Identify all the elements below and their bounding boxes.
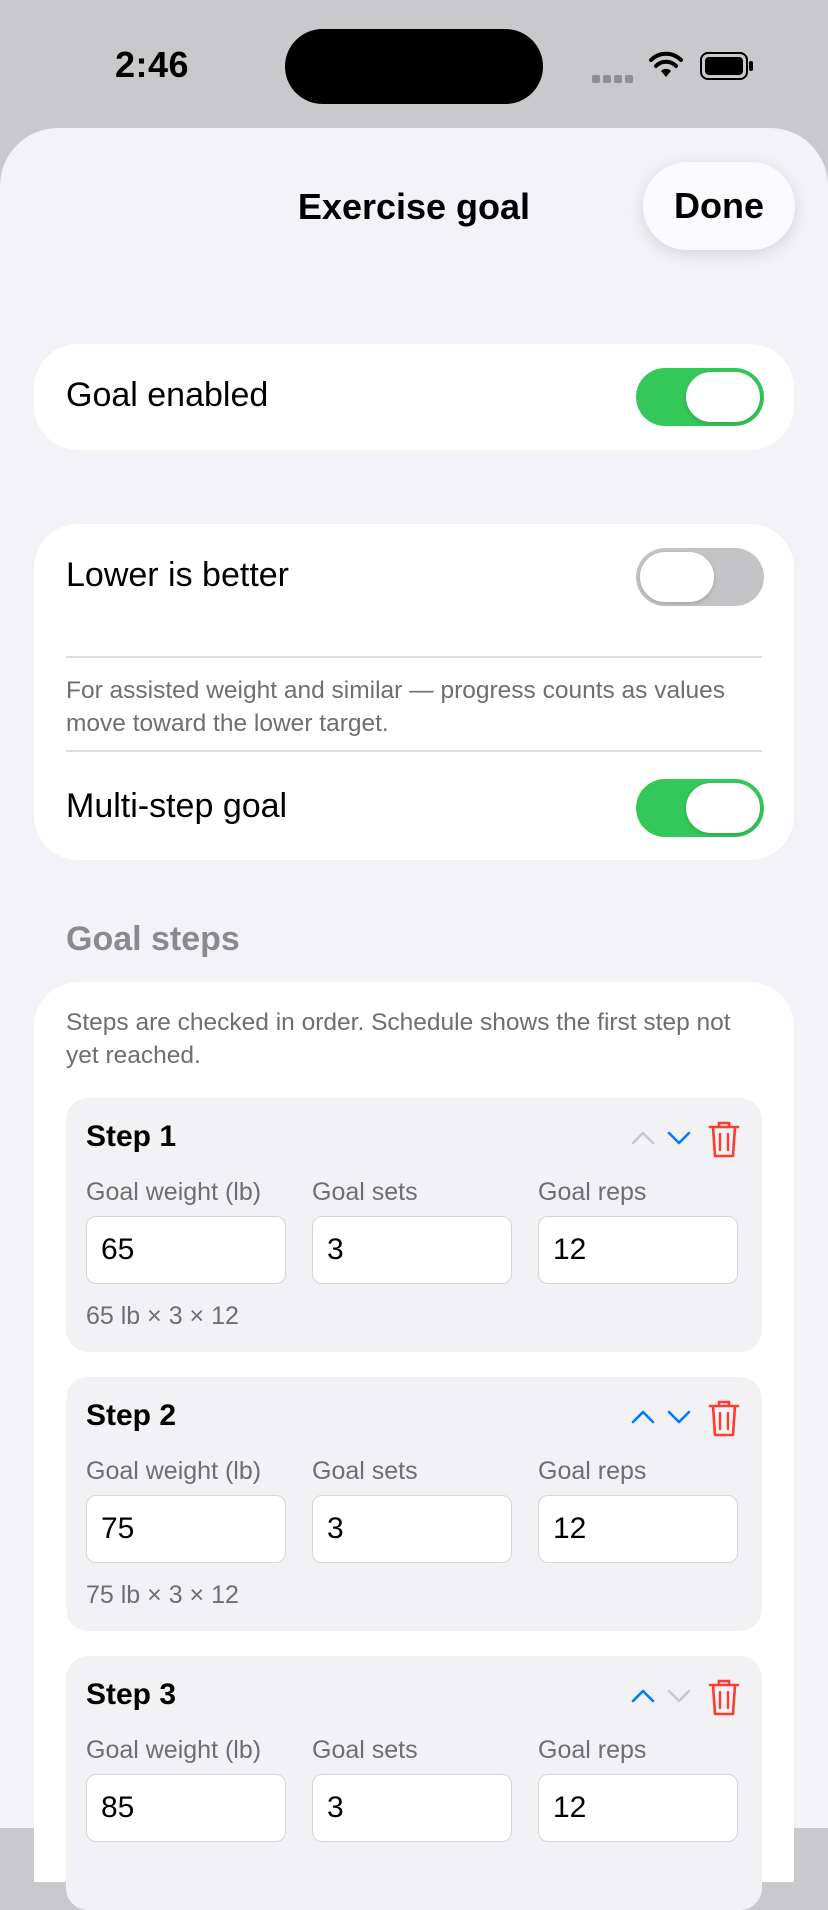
wifi-icon bbox=[649, 51, 683, 77]
cellular-signal-icon bbox=[592, 70, 636, 88]
step-card: Step 1 Goal weight (lb) Goal sets Goal r… bbox=[66, 1098, 762, 1352]
goal-sets-input[interactable]: 3 bbox=[312, 1495, 512, 1563]
goal-reps-label: Goal reps bbox=[538, 1457, 647, 1485]
goal-sets-label: Goal sets bbox=[312, 1736, 418, 1764]
divider bbox=[66, 750, 762, 752]
goal-steps-description: Steps are checked in order. Schedule sho… bbox=[66, 1009, 731, 1069]
goal-sets-label: Goal sets bbox=[312, 1178, 418, 1206]
status-bar: 2:46 bbox=[0, 0, 828, 130]
goal-reps-label: Goal reps bbox=[538, 1736, 647, 1764]
move-up-chevron-icon[interactable] bbox=[630, 1686, 656, 1706]
step-summary: 65 lb × 3 × 12 bbox=[86, 1302, 239, 1330]
goal-weight-input[interactable]: 65 bbox=[86, 1216, 286, 1284]
goal-enabled-label: Goal enabled bbox=[66, 376, 269, 414]
move-down-chevron-icon[interactable] bbox=[666, 1407, 692, 1427]
dynamic-island bbox=[285, 29, 543, 104]
step-title: Step 3 bbox=[86, 1678, 177, 1711]
goal-weight-label: Goal weight (lb) bbox=[86, 1457, 262, 1485]
toggle-knob bbox=[686, 372, 760, 422]
step-card: Step 3 Goal weight (lb) Goal sets Goal r… bbox=[66, 1656, 762, 1910]
move-up-chevron-icon[interactable] bbox=[630, 1128, 656, 1148]
divider bbox=[66, 656, 762, 658]
goal-sets-input[interactable]: 3 bbox=[312, 1774, 512, 1842]
step-summary: 75 lb × 3 × 12 bbox=[86, 1581, 239, 1609]
lower-is-better-toggle[interactable] bbox=[636, 548, 764, 606]
exercise-goal-sheet: Exercise goal Done Goal enabled Lower is… bbox=[0, 128, 828, 1910]
step-card: Step 2 Goal weight (lb) Goal sets Goal r… bbox=[66, 1377, 762, 1631]
step-title: Step 1 bbox=[86, 1120, 177, 1153]
trash-icon[interactable] bbox=[706, 1676, 742, 1718]
multi-step-toggle[interactable] bbox=[636, 779, 764, 837]
step-title: Step 2 bbox=[86, 1399, 177, 1432]
trash-icon[interactable] bbox=[706, 1118, 742, 1160]
goal-weight-input[interactable]: 85 bbox=[86, 1774, 286, 1842]
move-up-chevron-icon[interactable] bbox=[630, 1407, 656, 1427]
lower-is-better-label: Lower is better bbox=[66, 556, 289, 594]
status-time: 2:46 bbox=[115, 44, 190, 85]
multi-step-label: Multi-step goal bbox=[66, 787, 288, 825]
goal-reps-input[interactable]: 12 bbox=[538, 1495, 738, 1563]
goal-reps-label: Goal reps bbox=[538, 1178, 647, 1206]
move-down-chevron-icon[interactable] bbox=[666, 1128, 692, 1148]
goal-weight-label: Goal weight (lb) bbox=[86, 1178, 262, 1206]
goal-steps-header: Goal steps bbox=[66, 920, 240, 958]
toggle-knob bbox=[686, 783, 760, 833]
trash-icon[interactable] bbox=[706, 1397, 742, 1439]
lower-is-better-description: For assisted weight and similar — progre… bbox=[66, 677, 726, 737]
done-button[interactable]: Done bbox=[643, 162, 795, 250]
goal-weight-input[interactable]: 75 bbox=[86, 1495, 286, 1563]
goal-reps-input[interactable]: 12 bbox=[538, 1216, 738, 1284]
goal-weight-label: Goal weight (lb) bbox=[86, 1736, 262, 1764]
battery-icon bbox=[700, 52, 753, 80]
goal-options-card: Lower is better For assisted weight and … bbox=[34, 524, 794, 860]
goal-enabled-toggle[interactable] bbox=[636, 368, 764, 426]
move-down-chevron-icon[interactable] bbox=[666, 1686, 692, 1706]
goal-sets-label: Goal sets bbox=[312, 1457, 418, 1485]
goal-sets-input[interactable]: 3 bbox=[312, 1216, 512, 1284]
toggle-knob bbox=[640, 552, 714, 602]
goal-reps-input[interactable]: 12 bbox=[538, 1774, 738, 1842]
goal-steps-card: Steps are checked in order. Schedule sho… bbox=[34, 982, 794, 1910]
goal-enabled-card: Goal enabled bbox=[34, 344, 794, 450]
